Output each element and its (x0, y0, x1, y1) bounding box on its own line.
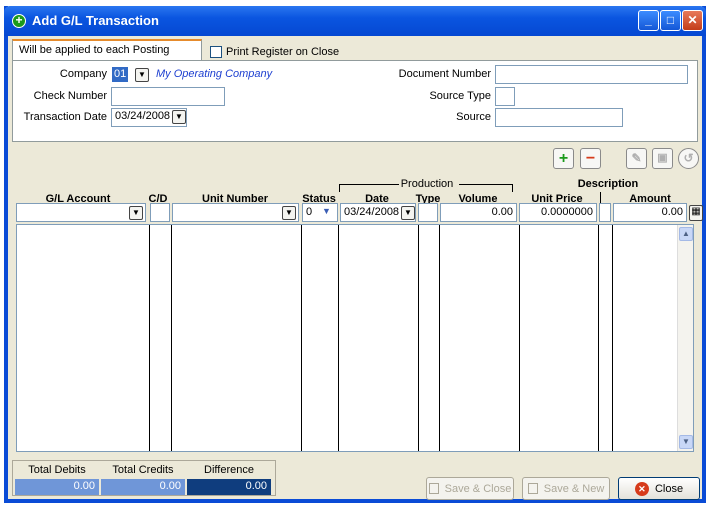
col-divider (598, 225, 599, 451)
maximize-button[interactable]: □ (660, 10, 681, 31)
document-number-field[interactable] (495, 65, 688, 84)
col-divider (519, 225, 520, 451)
transaction-date-label: Transaction Date (23, 111, 107, 123)
col-divider (418, 225, 419, 451)
col-divider (149, 225, 150, 451)
save-row-icon[interactable]: ▣ (652, 148, 673, 169)
col-divider (612, 225, 613, 451)
description-input[interactable] (599, 203, 611, 222)
minimize-button[interactable]: _ (638, 10, 659, 31)
close-label: Close (654, 482, 684, 495)
volume-input[interactable]: 0.00 (440, 203, 517, 222)
production-bracket-left (339, 184, 399, 192)
print-register-checkbox[interactable]: Print Register on Close (210, 46, 339, 58)
total-credits-value: 0.00 (101, 479, 185, 495)
close-window-button[interactable]: ✕ (682, 10, 703, 31)
company-dropdown-icon[interactable]: ▼ (135, 68, 149, 82)
company-name-link[interactable]: My Operating Company (156, 68, 272, 80)
difference-value: 0.00 (187, 479, 271, 495)
add-gl-transaction-window: + Add G/L Transaction _ □ ✕ Will be appl… (4, 6, 706, 503)
total-debits-value: 0.00 (15, 479, 99, 495)
production-date-dropdown-icon[interactable]: ▼ (401, 206, 415, 220)
col-description: Description (577, 178, 639, 190)
undo-icon[interactable]: ↺ (678, 148, 699, 169)
source-field[interactable] (495, 108, 623, 127)
difference-label: Difference (204, 464, 254, 476)
col-divider (301, 225, 302, 451)
check-number-label: Check Number (33, 90, 107, 102)
company-code-select[interactable]: 01 (112, 67, 129, 82)
print-register-label: Print Register on Close (226, 46, 340, 58)
company-label: Company (59, 68, 107, 80)
vertical-scrollbar[interactable]: ▲ ▼ (677, 225, 693, 451)
unit-price-input[interactable]: 0.0000000 (519, 203, 597, 222)
scroll-down-icon[interactable]: ▼ (679, 435, 693, 449)
window-title: Add G/L Transaction (32, 13, 159, 28)
add-icon: + (12, 14, 26, 28)
production-bracket-right (459, 184, 513, 192)
document-number-label: Document Number (398, 68, 491, 80)
unit-number-dropdown-icon[interactable]: ▼ (282, 206, 296, 220)
totals-panel: Total Debits Total Credits Difference 0.… (12, 460, 276, 496)
checkbox-box[interactable] (210, 46, 222, 58)
calculator-icon[interactable]: ▦ (689, 205, 703, 221)
col-divider (171, 225, 172, 451)
posting-header-panel: Company 01 ▼ My Operating Company Check … (12, 60, 698, 142)
save-icon (428, 483, 439, 494)
gl-account-dropdown-icon[interactable]: ▼ (129, 206, 143, 220)
type-input[interactable] (418, 203, 438, 222)
col-divider (338, 225, 339, 451)
window-content: Will be applied to each Posting Print Re… (8, 36, 703, 500)
save-and-close-button[interactable]: Save & Close (426, 477, 514, 500)
save-and-new-label: Save & New (543, 482, 605, 495)
source-type-field[interactable] (495, 87, 515, 106)
source-type-label: Source Type (429, 90, 491, 102)
title-bar[interactable]: + Add G/L Transaction _ □ ✕ (4, 6, 706, 36)
check-number-field[interactable] (111, 87, 225, 106)
cd-input[interactable] (150, 203, 170, 222)
close-button[interactable]: ✕ Close (618, 477, 700, 500)
edit-row-icon[interactable]: ✎ (626, 148, 647, 169)
status-chevron-icon[interactable]: ▼ (322, 206, 331, 216)
col-divider (439, 225, 440, 451)
remove-row-button[interactable]: − (580, 148, 601, 169)
total-credits-label: Total Credits (112, 464, 174, 476)
save-icon (527, 483, 538, 494)
gl-entry-grid: + − ✎ ▣ ↺ Production G/L Account C/D Uni… (12, 148, 703, 458)
gl-account-input[interactable] (16, 203, 146, 222)
tab-applied-to-each-posting[interactable]: Will be applied to each Posting (12, 39, 202, 61)
add-row-button[interactable]: + (553, 148, 574, 169)
close-icon: ✕ (634, 481, 649, 496)
posting-lines-table[interactable]: ▲ ▼ (16, 224, 694, 452)
scroll-up-icon[interactable]: ▲ (679, 227, 693, 241)
production-group-label: Production (400, 178, 454, 190)
source-label: Source (456, 111, 491, 123)
date-dropdown-icon[interactable]: ▼ (172, 110, 186, 124)
amount-input[interactable]: 0.00 (613, 203, 687, 222)
total-debits-label: Total Debits (28, 464, 86, 476)
status-select[interactable]: 0 (302, 203, 338, 222)
save-and-close-label: Save & Close (444, 482, 512, 495)
save-and-new-button[interactable]: Save & New (522, 477, 610, 500)
unit-number-input[interactable] (172, 203, 299, 222)
